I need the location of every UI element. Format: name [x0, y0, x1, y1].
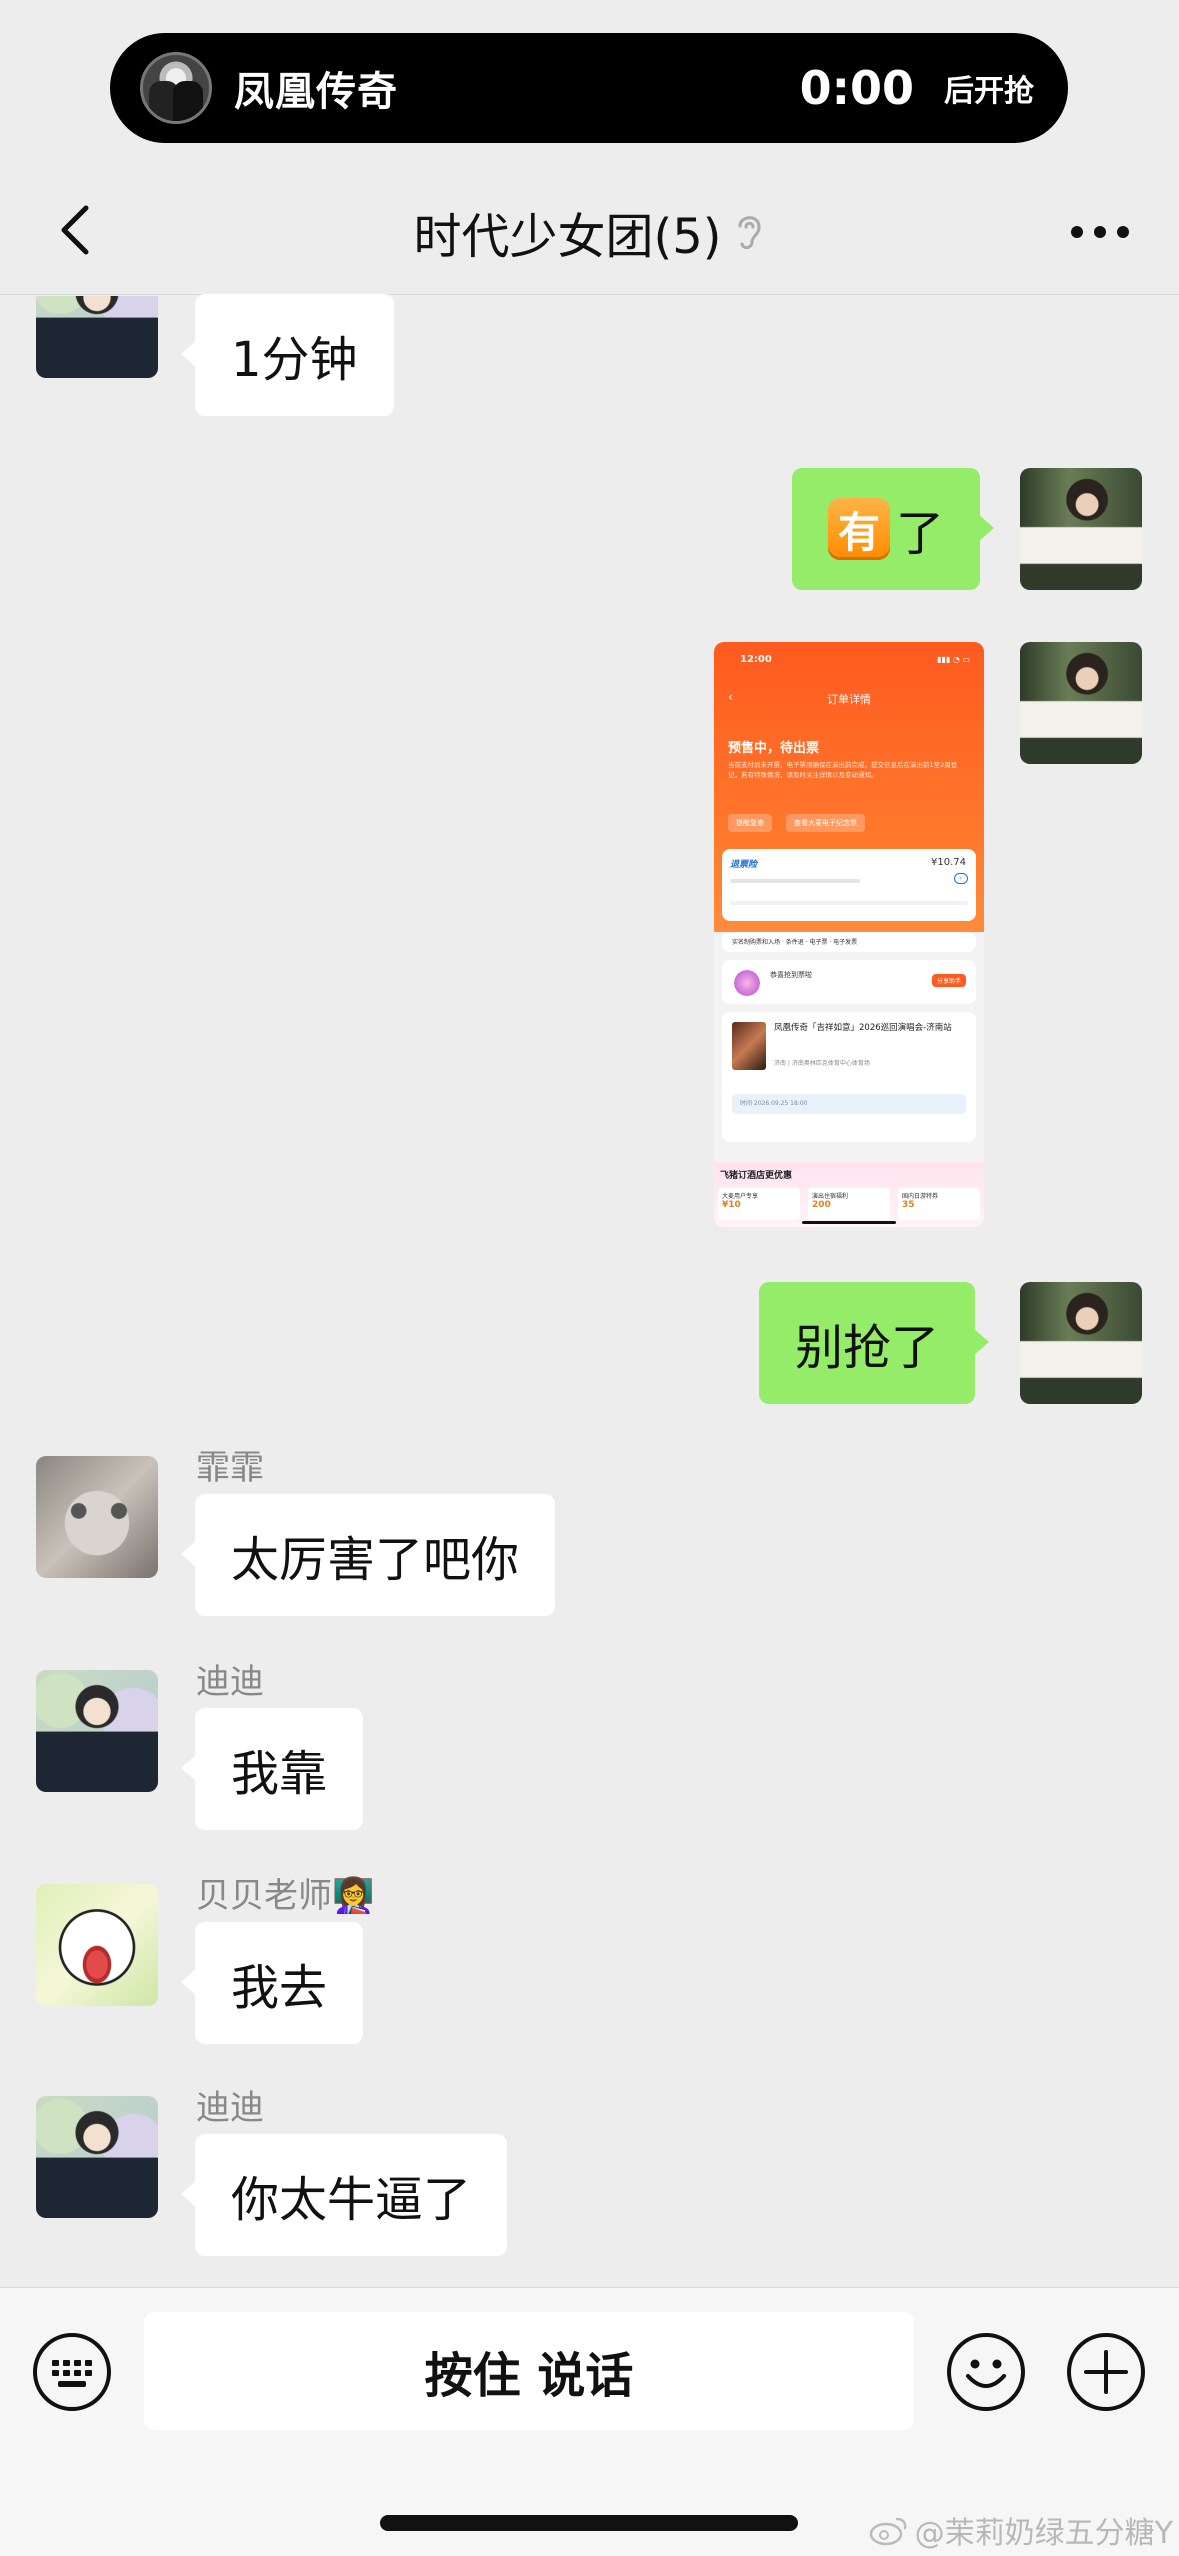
deal-label: 演出住宿福利	[812, 1193, 849, 1200]
message-text: 了	[896, 506, 945, 562]
deal-value: ¥10	[722, 1200, 741, 1210]
show-poster	[732, 1022, 766, 1070]
teacher-emoji: 👩‍🏫	[332, 1876, 375, 1916]
countdown-timer: 0:00	[799, 61, 914, 115]
order-description: 当前支付尚未开票，电子票须确保在演出前完成，提交信息后在演出前1至2周登记，若有…	[728, 761, 958, 779]
share-button: 分享助手	[931, 974, 966, 987]
smiley-icon[interactable]	[944, 2330, 1028, 2414]
order-chip: 提醒复查	[728, 814, 772, 832]
message-bubble[interactable]: 1分钟	[181, 294, 394, 416]
deal-card: 国内日游特券 35	[898, 1188, 980, 1220]
message-bubble[interactable]: 我去	[180, 1922, 364, 2044]
show-card: 凤凰传奇「吉祥如意」2026巡回演唱会-济南站 济南 | 济南奥林匹克体育中心体…	[722, 1012, 976, 1142]
message-text: 1分钟	[231, 332, 358, 388]
ticket-tags: 实名制购票和入场 · 条件退 · 电子票 · 电子发票	[732, 939, 858, 946]
home-indicator[interactable]	[380, 2515, 798, 2531]
sender-name: 迪迪	[196, 1662, 264, 1702]
screenshot-signal-icons: ▮▮▮ ◔ ▭	[937, 655, 970, 664]
hotel-promo: 飞猪订酒店更优惠 大麦用户专享 ¥10 演出住宿福利 200 国内日游特券 35	[714, 1162, 984, 1227]
flower-icon	[732, 968, 762, 998]
plus-circle-icon[interactable]	[1064, 2330, 1148, 2414]
live-activity[interactable]: 凤凰传奇 0:00 后开抢	[110, 33, 1068, 143]
deal-value: 35	[902, 1200, 915, 1210]
sender-avatar[interactable]	[36, 1456, 158, 1578]
chevron-left-icon[interactable]	[48, 200, 108, 260]
message-bubble[interactable]: 别抢了	[759, 1282, 990, 1404]
message-text: 我靠	[231, 1746, 328, 1802]
insurance-card: 退票险 ¥10.74 ›	[722, 849, 976, 921]
watermark: @茉莉奶绿五分糖Y	[869, 2508, 1173, 2552]
text-placeholder-line	[730, 879, 860, 883]
sender-avatar[interactable]	[36, 2096, 158, 2218]
more-dots-icon[interactable]	[1065, 202, 1135, 262]
sender-name: 迪迪	[196, 2088, 264, 2128]
hold-to-talk-button[interactable]: 按住 说话	[144, 2312, 914, 2430]
concert-artist-avatar	[140, 52, 212, 124]
deal-label: 国内日游特券	[902, 1193, 939, 1200]
order-chip: 查看大麦电子纪念票	[786, 814, 865, 832]
weibo-icon	[869, 2517, 907, 2546]
message-bubble[interactable]: 有 了	[792, 468, 995, 590]
text-placeholder-line	[730, 901, 968, 905]
message-bubble[interactable]: 我靠	[180, 1708, 364, 1830]
sender-name: 贝贝老师👩‍🏫	[196, 1868, 374, 1917]
countdown-suffix: 后开抢	[944, 74, 1034, 109]
show-title: 凤凰传奇「吉祥如意」2026巡回演唱会-济南站	[774, 1023, 952, 1033]
watermark-text: @茉莉奶绿五分糖Y	[914, 2516, 1173, 2551]
lucky-card: 恭喜抢到票啦 分享助手	[722, 960, 976, 1004]
deal-value: 200	[812, 1200, 831, 1210]
message-text: 太厉害了吧你	[231, 1532, 520, 1588]
sender-name: 霏霏	[196, 1448, 264, 1488]
sender-avatar[interactable]	[36, 1884, 158, 2006]
deal-card: 大麦用户专享 ¥10	[718, 1188, 800, 1220]
you-badge-emoji: 有	[828, 498, 890, 560]
show-venue: 济南 | 济南奥林匹克体育中心体育场	[774, 1060, 870, 1067]
chat-header: 时代少女团(5)	[0, 170, 1179, 295]
screenshot-status-time: 12:00	[740, 654, 772, 665]
screenshot-page-title: 订单详情	[827, 693, 871, 706]
deal-label: 大麦用户专享	[722, 1193, 759, 1200]
order-status: 预售中，待出票	[728, 741, 820, 756]
ticket-tags-card: 实名制购票和入场 · 条件退 · 电子票 · 电子发票	[722, 932, 976, 952]
screenshot-home-indicator	[802, 1221, 896, 1224]
keyboard-icon[interactable]	[30, 2330, 114, 2414]
my-avatar[interactable]	[1020, 468, 1142, 590]
order-screenshot-image[interactable]: 12:00 ▮▮▮ ◔ ▭ ‹ 订单详情 预售中，待出票 当前支付尚未开票，电子…	[714, 642, 984, 1227]
insurance-button: ›	[953, 873, 968, 884]
message-text: 别抢了	[795, 1320, 940, 1376]
deal-card: 演出住宿福利 200	[808, 1188, 890, 1220]
chat-title: 时代少女团(5)	[414, 197, 766, 267]
live-activity-title: 凤凰传奇	[234, 69, 398, 115]
message-bubble[interactable]: 太厉害了吧你	[180, 1494, 556, 1616]
sender-name-text: 贝贝老师	[196, 1876, 332, 1916]
insurance-price: ¥10.74	[931, 857, 966, 868]
insurance-brand: 退票险	[730, 860, 758, 870]
sender-avatar[interactable]	[36, 1670, 158, 1792]
lucky-text: 恭喜抢到票啦	[770, 971, 812, 979]
hotel-promo-title: 飞猪订酒店更优惠	[720, 1171, 793, 1181]
group-name: 时代少女团(5)	[413, 209, 722, 265]
message-bubble[interactable]: 你太牛逼了	[180, 2134, 508, 2256]
show-time: 时间 2026.09.25 18:00	[732, 1094, 966, 1114]
my-avatar[interactable]	[1020, 1282, 1142, 1404]
my-avatar[interactable]	[1020, 642, 1142, 764]
message-text: 我去	[231, 1960, 328, 2016]
ear-icon	[738, 216, 761, 250]
message-text: 你太牛逼了	[231, 2172, 472, 2228]
